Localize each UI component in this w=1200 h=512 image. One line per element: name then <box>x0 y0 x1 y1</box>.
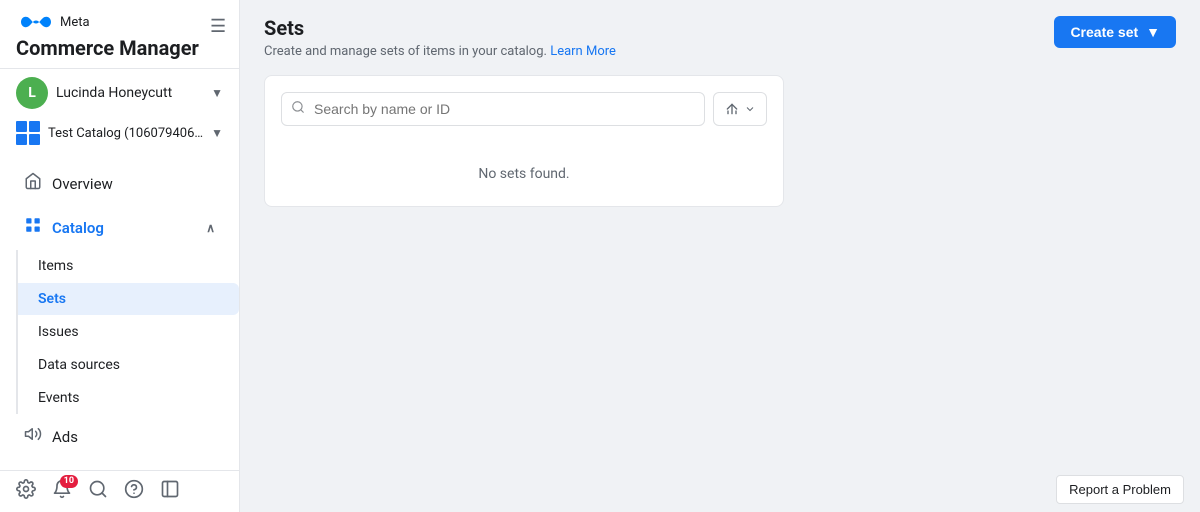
footer-settings-icon[interactable] <box>16 479 36 504</box>
sidebar-item-shops[interactable]: Shops <box>8 459 231 470</box>
footer-search-icon[interactable] <box>88 479 108 504</box>
subtitle-text: Create and manage sets of items in your … <box>264 44 547 59</box>
sidebar: Meta Commerce Manager ☰ L Lucinda Honeyc… <box>0 0 240 512</box>
create-set-label: Create set <box>1070 24 1138 40</box>
search-input-wrap <box>281 92 705 126</box>
catalog-expand-icon: ∧ <box>206 221 215 235</box>
sort-chevron-icon <box>744 103 756 115</box>
report-problem-button[interactable]: Report a Problem <box>1056 475 1184 504</box>
search-icon <box>291 100 305 118</box>
sidebar-item-ads-label: Ads <box>52 428 215 446</box>
sidebar-footer: 10 <box>0 470 239 512</box>
meta-logo: Meta <box>16 12 223 32</box>
main-content-area: Sets Create and manage sets of items in … <box>240 0 1200 512</box>
notification-badge: 10 <box>60 475 78 488</box>
sidebar-item-ads[interactable]: Ads <box>8 415 231 458</box>
sidebar-item-events[interactable]: Events <box>18 382 239 414</box>
main-body: No sets found. <box>240 75 1200 512</box>
main-header-text: Sets Create and manage sets of items in … <box>264 16 616 59</box>
sidebar-item-overview[interactable]: Overview <box>8 162 231 205</box>
page-subtitle: Create and manage sets of items in your … <box>264 44 616 59</box>
events-label: Events <box>38 390 79 406</box>
footer-help-icon[interactable] <box>124 479 144 504</box>
sidebar-header: Meta Commerce Manager ☰ <box>0 0 239 69</box>
user-chevron-icon: ▼ <box>211 86 223 100</box>
issues-label: Issues <box>38 324 79 340</box>
footer-notifications-icon[interactable]: 10 <box>52 479 72 504</box>
create-set-button[interactable]: Create set ▼ <box>1054 16 1176 48</box>
create-set-chevron-icon: ▼ <box>1146 24 1160 40</box>
learn-more-link[interactable]: Learn More <box>550 44 616 59</box>
ads-icon <box>24 425 42 448</box>
sidebar-item-data-sources[interactable]: Data sources <box>18 349 239 381</box>
catalog-grid-icon <box>16 121 40 145</box>
catalog-icon <box>24 216 42 239</box>
main-header: Sets Create and manage sets of items in … <box>240 0 1200 75</box>
app-title: Commerce Manager <box>16 36 223 60</box>
sidebar-nav: Overview Catalog ∧ Items Sets <box>0 153 239 470</box>
search-bar <box>281 92 767 126</box>
meta-logo-icon <box>16 12 56 32</box>
page-title: Sets <box>264 16 616 40</box>
user-selector[interactable]: L Lucinda Honeycutt ▼ <box>0 69 239 117</box>
user-avatar: L <box>16 77 48 109</box>
sidebar-item-issues[interactable]: Issues <box>18 316 239 348</box>
items-label: Items <box>38 258 73 274</box>
data-sources-label: Data sources <box>38 357 120 373</box>
sidebar-item-sets[interactable]: Sets <box>18 283 239 315</box>
sets-label: Sets <box>38 291 66 307</box>
search-input[interactable] <box>281 92 705 126</box>
sets-panel: No sets found. <box>264 75 784 207</box>
home-icon <box>24 172 42 195</box>
user-name: Lucinda Honeycutt <box>56 85 203 101</box>
sidebar-item-catalog[interactable]: Catalog ∧ <box>8 206 231 249</box>
sidebar-item-overview-label: Overview <box>52 175 215 193</box>
catalog-chevron-icon: ▼ <box>211 126 223 140</box>
catalog-selector[interactable]: Test Catalog (106079406783... ▼ <box>0 117 239 153</box>
sort-icon <box>724 101 740 117</box>
catalog-sub-menu: Items Sets Issues Data sources Events <box>16 250 239 414</box>
meta-text: Meta <box>60 15 90 30</box>
no-sets-message: No sets found. <box>281 142 767 190</box>
footer-expand-icon[interactable] <box>160 479 180 504</box>
catalog-name: Test Catalog (106079406783... <box>48 126 203 141</box>
sidebar-item-items[interactable]: Items <box>18 250 239 282</box>
sidebar-item-catalog-label: Catalog <box>52 219 196 237</box>
menu-icon[interactable]: ☰ <box>210 16 226 37</box>
sort-button[interactable] <box>713 92 767 126</box>
